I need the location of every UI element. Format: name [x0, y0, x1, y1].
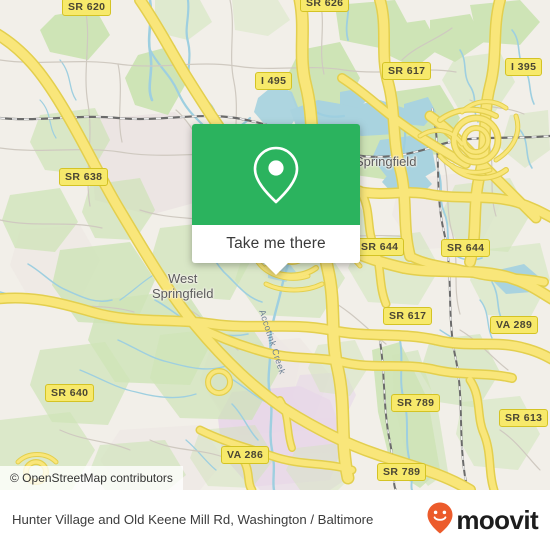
road-shield: SR 617: [383, 307, 433, 325]
road-shield: SR 620: [62, 0, 112, 16]
location-title: Hunter Village and Old Keene Mill Rd, Wa…: [12, 512, 374, 527]
place-label: West Springfield: [152, 271, 214, 301]
take-me-there-label: Take me there: [226, 235, 326, 252]
road-shield: I 395: [505, 58, 543, 76]
map-pin-icon: [248, 143, 304, 207]
location-callout-card[interactable]: Take me there: [192, 124, 360, 275]
road-shield: SR 644: [441, 239, 491, 257]
callout-header: [192, 124, 360, 225]
road-shield: I 495: [255, 72, 293, 90]
moovit-brand[interactable]: moovit: [426, 501, 550, 540]
road-shield: VA 289: [490, 316, 539, 334]
road-shield: SR 644: [355, 238, 405, 256]
screenshot-root: SR 620 SR 626 I 495 SR 617 I 395 SR 638 SR 644…: [0, 0, 550, 550]
road-shield: VA 286: [221, 446, 270, 464]
road-shield: SR 617: [382, 62, 432, 80]
road-shield: SR 638: [59, 168, 109, 186]
callout-action-row[interactable]: Take me there: [192, 225, 360, 263]
callout-pointer-tail: [264, 263, 288, 275]
road-shield: SR 613: [499, 409, 549, 427]
road-shield: SR 640: [45, 384, 95, 402]
road-shield: SR 626: [300, 0, 350, 12]
moovit-wordmark: moovit: [456, 505, 538, 535]
road-shield: SR 789: [377, 463, 427, 481]
osm-attribution[interactable]: © OpenStreetMap contributors: [0, 466, 183, 490]
place-label: Springfield: [355, 154, 417, 169]
road-shield: SR 789: [391, 394, 441, 412]
map-canvas[interactable]: SR 620 SR 626 I 495 SR 617 I 395 SR 638 SR 644…: [0, 0, 550, 490]
moovit-pin-smiley-icon: [426, 501, 454, 540]
page-footer: Hunter Village and Old Keene Mill Rd, Wa…: [0, 490, 550, 550]
